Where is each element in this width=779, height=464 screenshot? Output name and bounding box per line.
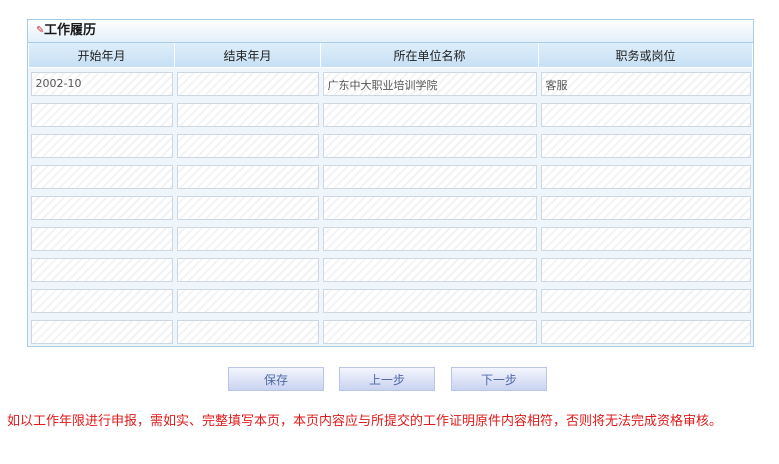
end-date-input[interactable] [176,319,319,344]
table-row [29,285,753,316]
table-cell [29,254,175,285]
notice-text: 如以工作年限进行申报，需如实、完整填写本页，本页内容应与所提交的工作证明原件内容… [7,414,723,429]
start-date-input[interactable] [30,195,173,220]
header-employer: 所在单位名称 [320,43,539,68]
table-cell [29,130,175,161]
header-position: 职务或岗位 [538,43,753,68]
position-input[interactable] [540,195,751,220]
table-cell [175,130,321,161]
employer-input[interactable] [322,288,537,313]
table-cell [321,316,539,347]
table-cell: 客服 [539,68,753,100]
table-cell [175,161,321,192]
table-row [29,99,753,130]
employer-input[interactable] [322,319,537,344]
table-cell [175,99,321,130]
position-input[interactable] [540,164,751,189]
table-cell [175,223,321,254]
position-input[interactable] [540,319,751,344]
table-row [29,130,753,161]
end-date-input[interactable] [176,257,319,282]
employer-input[interactable] [322,102,537,127]
start-date-input[interactable] [30,319,173,344]
table-cell [175,316,321,347]
employer-input[interactable] [322,195,537,220]
next-step-button[interactable]: 下一步 [451,367,547,391]
table-cell [321,223,539,254]
end-date-input[interactable] [176,288,319,313]
table-cell [321,161,539,192]
header-end-date: 结束年月 [174,43,321,68]
position-input[interactable] [540,102,751,127]
end-date-input[interactable] [176,102,319,127]
save-button[interactable]: 保存 [228,367,324,391]
table-cell [29,161,175,192]
end-date-input[interactable] [176,71,319,96]
work-history-table: 开始年月 结束年月 所在单位名称 职务或岗位 2002-10 广东中大职业培训学院… [28,43,753,347]
table-cell [539,161,753,192]
table-cell [539,192,753,223]
table-cell [539,316,753,347]
table-cell: 广东中大职业培训学院 [321,68,539,100]
position-input[interactable] [540,288,751,313]
start-date-input[interactable] [30,133,173,158]
table-row [29,316,753,347]
table-cell [321,192,539,223]
table-cell [175,192,321,223]
table-cell [175,285,321,316]
start-date-input[interactable]: 2002-10 [30,71,173,96]
end-date-input[interactable] [176,133,319,158]
table-cell [29,316,175,347]
table-cell [29,192,175,223]
table-cell [539,99,753,130]
start-date-input[interactable] [30,257,173,282]
table-cell: 2002-10 [29,68,175,100]
start-date-input[interactable] [30,102,173,127]
button-bar: 保存 上一步 下一步 [0,367,779,391]
table-row [29,223,753,254]
table-cell [321,285,539,316]
table-cell [539,223,753,254]
header-start-date: 开始年月 [28,43,175,68]
table-row [29,254,753,285]
table-cell [321,99,539,130]
start-date-input[interactable] [30,164,173,189]
table-cell [175,254,321,285]
work-history-panel: ✎工作履历 开始年月 结束年月 所在单位名称 职务或岗位 2002-10 广东中大… [27,19,754,347]
position-input[interactable]: 客服 [540,71,751,96]
table-row: 2002-10 广东中大职业培训学院 客服 [29,68,753,100]
prev-step-button[interactable]: 上一步 [339,367,435,391]
position-input[interactable] [540,133,751,158]
section-header: ✎工作履历 [28,20,753,43]
table-cell [29,285,175,316]
table-cell [321,130,539,161]
pencil-icon: ✎ [36,24,45,36]
employer-input[interactable] [322,257,537,282]
table-cell [175,68,321,100]
start-date-input[interactable] [30,288,173,313]
table-cell [539,254,753,285]
end-date-input[interactable] [176,226,319,251]
position-input[interactable] [540,257,751,282]
end-date-input[interactable] [176,164,319,189]
section-title: 工作履历 [44,23,97,38]
table-cell [321,254,539,285]
employer-input[interactable] [322,133,537,158]
table-cell [539,285,753,316]
table-cell [539,130,753,161]
table-row [29,192,753,223]
end-date-input[interactable] [176,195,319,220]
start-date-input[interactable] [30,226,173,251]
table-header-row: 开始年月 结束年月 所在单位名称 职务或岗位 [28,43,753,68]
employer-input[interactable] [322,226,537,251]
position-input[interactable] [540,226,751,251]
employer-input[interactable]: 广东中大职业培训学院 [322,71,537,96]
employer-input[interactable] [322,164,537,189]
table-row [29,161,753,192]
table-cell [29,223,175,254]
table-cell [29,99,175,130]
